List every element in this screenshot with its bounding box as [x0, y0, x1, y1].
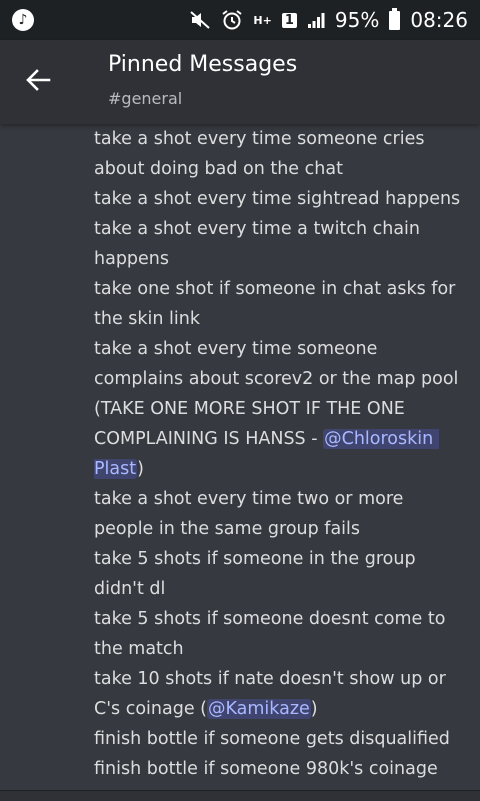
back-button[interactable]: [18, 60, 58, 100]
channel-name: #general: [108, 89, 183, 108]
signal-icon: [307, 11, 325, 29]
music-note-icon: ♪: [12, 9, 34, 31]
toolbar: Pinned Messages #general: [0, 40, 480, 124]
sim-slot-icon: 1: [281, 12, 297, 28]
status-bar: ♪ H+ 1 95% 08:26: [0, 0, 480, 40]
status-right: H+ 1 95% 08:26: [189, 0, 468, 40]
arrow-back-icon: [26, 69, 51, 91]
user-mention[interactable]: @Kamikaze: [206, 699, 311, 719]
message-text: take a shot every time someone cries abo…: [94, 129, 461, 449]
clock: 08:26: [410, 8, 468, 32]
network-type-indicator: H+: [253, 13, 272, 27]
bottom-divider: [0, 790, 480, 801]
battery-icon: [389, 7, 401, 30]
message-text: ) take a shot every time two or more peo…: [94, 459, 446, 719]
status-left: ♪: [12, 9, 34, 31]
page-title: Pinned Messages: [108, 52, 298, 77]
alarm-icon: [221, 9, 243, 31]
mute-icon: [189, 10, 211, 30]
pinned-messages-list[interactable]: take a shot every time someone cries abo…: [0, 124, 480, 790]
battery-percent: 95%: [334, 8, 380, 32]
pinned-message[interactable]: take a shot every time someone cries abo…: [94, 124, 464, 784]
